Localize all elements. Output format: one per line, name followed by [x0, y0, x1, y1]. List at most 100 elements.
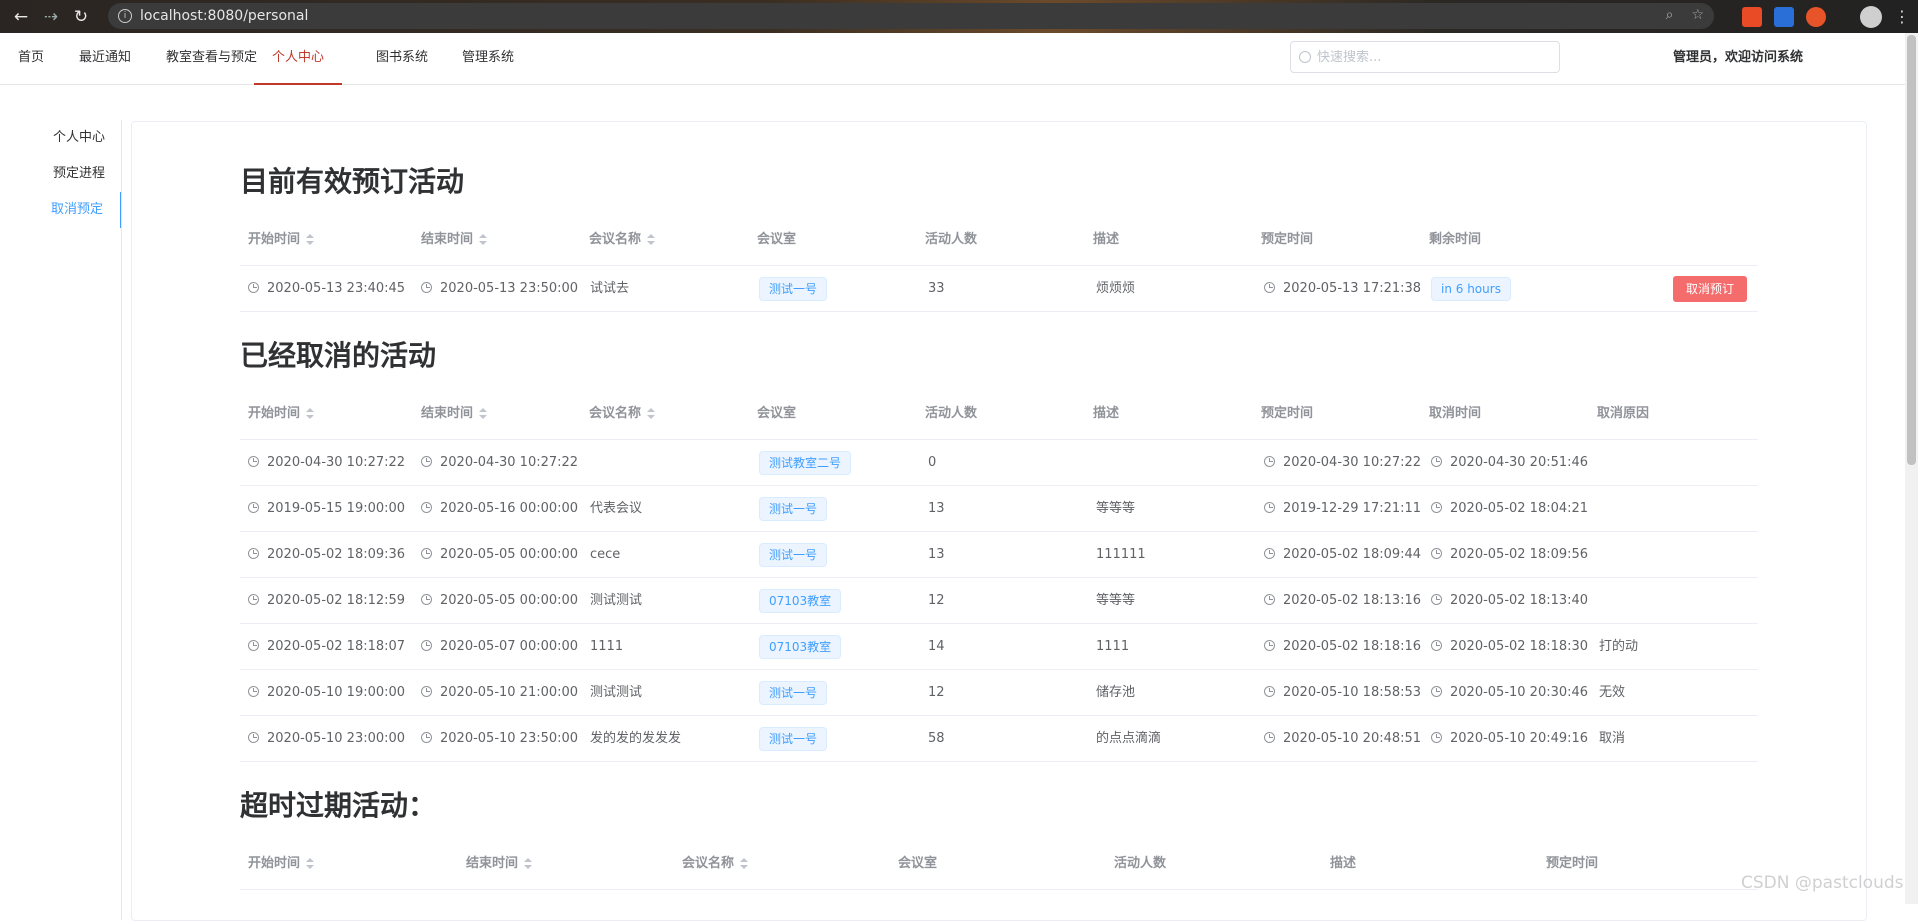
table-header: 开始时间 结束时间 会议名称 会议室 活动人数 描述 预定时间	[240, 838, 1758, 890]
sort-icon[interactable]	[647, 233, 656, 246]
sort-icon[interactable]	[647, 407, 656, 420]
cell-booked: 2019-12-29 17:21:11	[1264, 486, 1421, 532]
welcome-text: 管理员，欢迎访问系统	[1673, 50, 1804, 65]
sort-icon[interactable]	[306, 857, 315, 870]
sort-icon[interactable]	[479, 407, 488, 420]
sort-icon[interactable]	[524, 857, 533, 870]
header-name[interactable]: 会议名称	[682, 838, 749, 890]
cancel-booking-button[interactable]: 取消预订	[1673, 276, 1748, 302]
sort-icon[interactable]	[479, 233, 488, 246]
cell-booked: 2020-05-02 18:13:16	[1264, 578, 1421, 624]
nav-personal-center[interactable]: 个人中心	[254, 33, 343, 85]
cell-booked: 2020-05-02 18:09:44	[1264, 532, 1421, 578]
clock-icon	[248, 282, 259, 293]
clock-icon	[1431, 686, 1442, 697]
nav-library[interactable]: 图书系统	[376, 33, 428, 85]
header-room: 会议室	[898, 856, 938, 871]
clock-icon	[1264, 594, 1275, 605]
side-item-progress[interactable]: 预定进程	[0, 156, 122, 192]
cell-people: 12	[928, 593, 945, 608]
header-start[interactable]: 开始时间	[248, 838, 315, 890]
browser-menu-icon[interactable]: ⋮	[1894, 7, 1910, 27]
header-desc: 描述	[1330, 856, 1357, 871]
table-row: 2020-04-30 10:27:22 2020-04-30 10:27:22 测试…	[240, 440, 1758, 486]
clock-icon	[421, 686, 432, 697]
top-navigation: 首页 最近通知 教室查看与预定 个人中心 图书系统 管理系统 管理员，欢迎访问系…	[0, 33, 1905, 85]
cell-people: 12	[928, 685, 945, 700]
scrollbar-thumb[interactable]	[1907, 35, 1916, 465]
cell-booked: 2020-05-10 20:48:51	[1264, 716, 1421, 762]
header-name[interactable]: 会议名称	[589, 388, 656, 440]
table-row: 2019-05-15 19:00:00 2020-05-16 00:00:00 代表…	[240, 486, 1758, 532]
profile-avatar[interactable]	[1860, 6, 1882, 28]
clock-icon	[248, 502, 259, 513]
zoom-icon[interactable]: ⌕	[1666, 7, 1674, 23]
header-start[interactable]: 开始时间	[248, 388, 315, 440]
header-end[interactable]: 结束时间	[466, 838, 533, 890]
cell-end: 2020-05-05 00:00:00	[421, 578, 578, 624]
clock-icon	[248, 732, 259, 743]
table-row: 2020-05-10 23:00:00 2020-05-10 23:50:00 发的…	[240, 716, 1758, 762]
side-item-cancel[interactable]: 取消预定	[0, 192, 122, 228]
side-item-personal[interactable]: 个人中心	[0, 120, 122, 156]
cell-start: 2020-05-10 19:00:00	[248, 670, 405, 716]
sort-icon[interactable]	[306, 407, 315, 420]
header-end[interactable]: 结束时间	[421, 214, 488, 266]
search-input[interactable]	[1317, 49, 1537, 65]
cell-end: 2020-04-30 10:27:22	[421, 440, 578, 486]
sort-icon[interactable]	[740, 857, 749, 870]
cell-cancelled: 2020-05-02 18:13:40	[1431, 578, 1588, 624]
nav-home[interactable]: 首页	[18, 33, 44, 85]
cell-end: 2020-05-10 21:00:00	[421, 670, 578, 716]
blocker-extension-icon[interactable]	[1806, 7, 1826, 27]
header-room: 会议室	[757, 406, 797, 421]
sort-icon[interactable]	[306, 233, 315, 246]
clock-icon	[1264, 502, 1275, 513]
forward-arrow-icon[interactable]: ⇢	[36, 2, 66, 32]
cell-start: 2020-04-30 10:27:22	[248, 440, 405, 486]
table-row: 2020-05-02 18:12:59 2020-05-05 00:00:00 测试…	[240, 578, 1758, 624]
cell-reason: 打的动	[1599, 639, 1639, 654]
cell-start: 2020-05-02 18:09:36	[248, 532, 405, 578]
site-info-icon[interactable]: i	[118, 9, 132, 23]
address-bar[interactable]: i localhost:8080/personal ⌕ ☆	[108, 3, 1714, 29]
clock-icon	[421, 282, 432, 293]
cell-name: 发的发的发发发	[590, 731, 682, 746]
search-icon	[1299, 51, 1311, 63]
cell-end: 2020-05-05 00:00:00	[421, 532, 578, 578]
cell-desc: 1111	[1096, 639, 1130, 654]
room-tag: 测试一号	[759, 542, 828, 567]
clock-icon	[248, 686, 259, 697]
office-extension-icon[interactable]	[1742, 7, 1762, 27]
nav-notices[interactable]: 最近通知	[79, 33, 131, 85]
room-tag: 测试一号	[759, 276, 828, 301]
cell-room: 测试一号	[759, 532, 828, 578]
header-reason: 取消原因	[1597, 406, 1650, 421]
table-row: 2020-05-13 23:40:45 2020-05-13 23:50:00 …	[240, 266, 1758, 312]
header-people: 活动人数	[925, 406, 978, 421]
cell-end: 2020-05-07 00:00:00	[421, 624, 578, 670]
translate-extension-icon[interactable]	[1774, 7, 1794, 27]
nav-classrooms[interactable]: 教室查看与预定	[166, 33, 257, 85]
page-scrollbar[interactable]	[1905, 33, 1918, 904]
nav-admin[interactable]: 管理系统	[462, 33, 514, 85]
reload-icon[interactable]: ↻	[66, 2, 96, 32]
cancelled-table: 开始时间 结束时间 会议名称 会议室 活动人数 描述 预定时间 取消时间 取消原…	[240, 388, 1758, 762]
room-tag: 测试一号	[759, 726, 828, 751]
quick-search[interactable]	[1290, 41, 1560, 73]
cell-booked: 2020-04-30 10:27:22	[1264, 440, 1421, 486]
cell-end: 2020-05-10 23:50:00	[421, 716, 578, 762]
cell-people: 0	[928, 455, 937, 470]
bookmark-star-icon[interactable]: ☆	[1691, 7, 1704, 23]
cell-people: 13	[928, 501, 945, 516]
clock-icon	[1264, 548, 1275, 559]
header-start[interactable]: 开始时间	[248, 214, 315, 266]
room-tag: 测试一号	[759, 680, 828, 705]
header-name[interactable]: 会议名称	[589, 214, 656, 266]
cell-name: 代表会议	[590, 501, 643, 516]
header-end[interactable]: 结束时间	[421, 388, 488, 440]
back-arrow-icon[interactable]: ←	[6, 2, 36, 32]
active-table: 开始时间 结束时间 会议名称 会议室 活动人数 描述 预定时间 剩余时间 202…	[240, 214, 1758, 312]
cell-room: 07103教室	[759, 578, 842, 624]
cell-people: 13	[928, 547, 945, 562]
